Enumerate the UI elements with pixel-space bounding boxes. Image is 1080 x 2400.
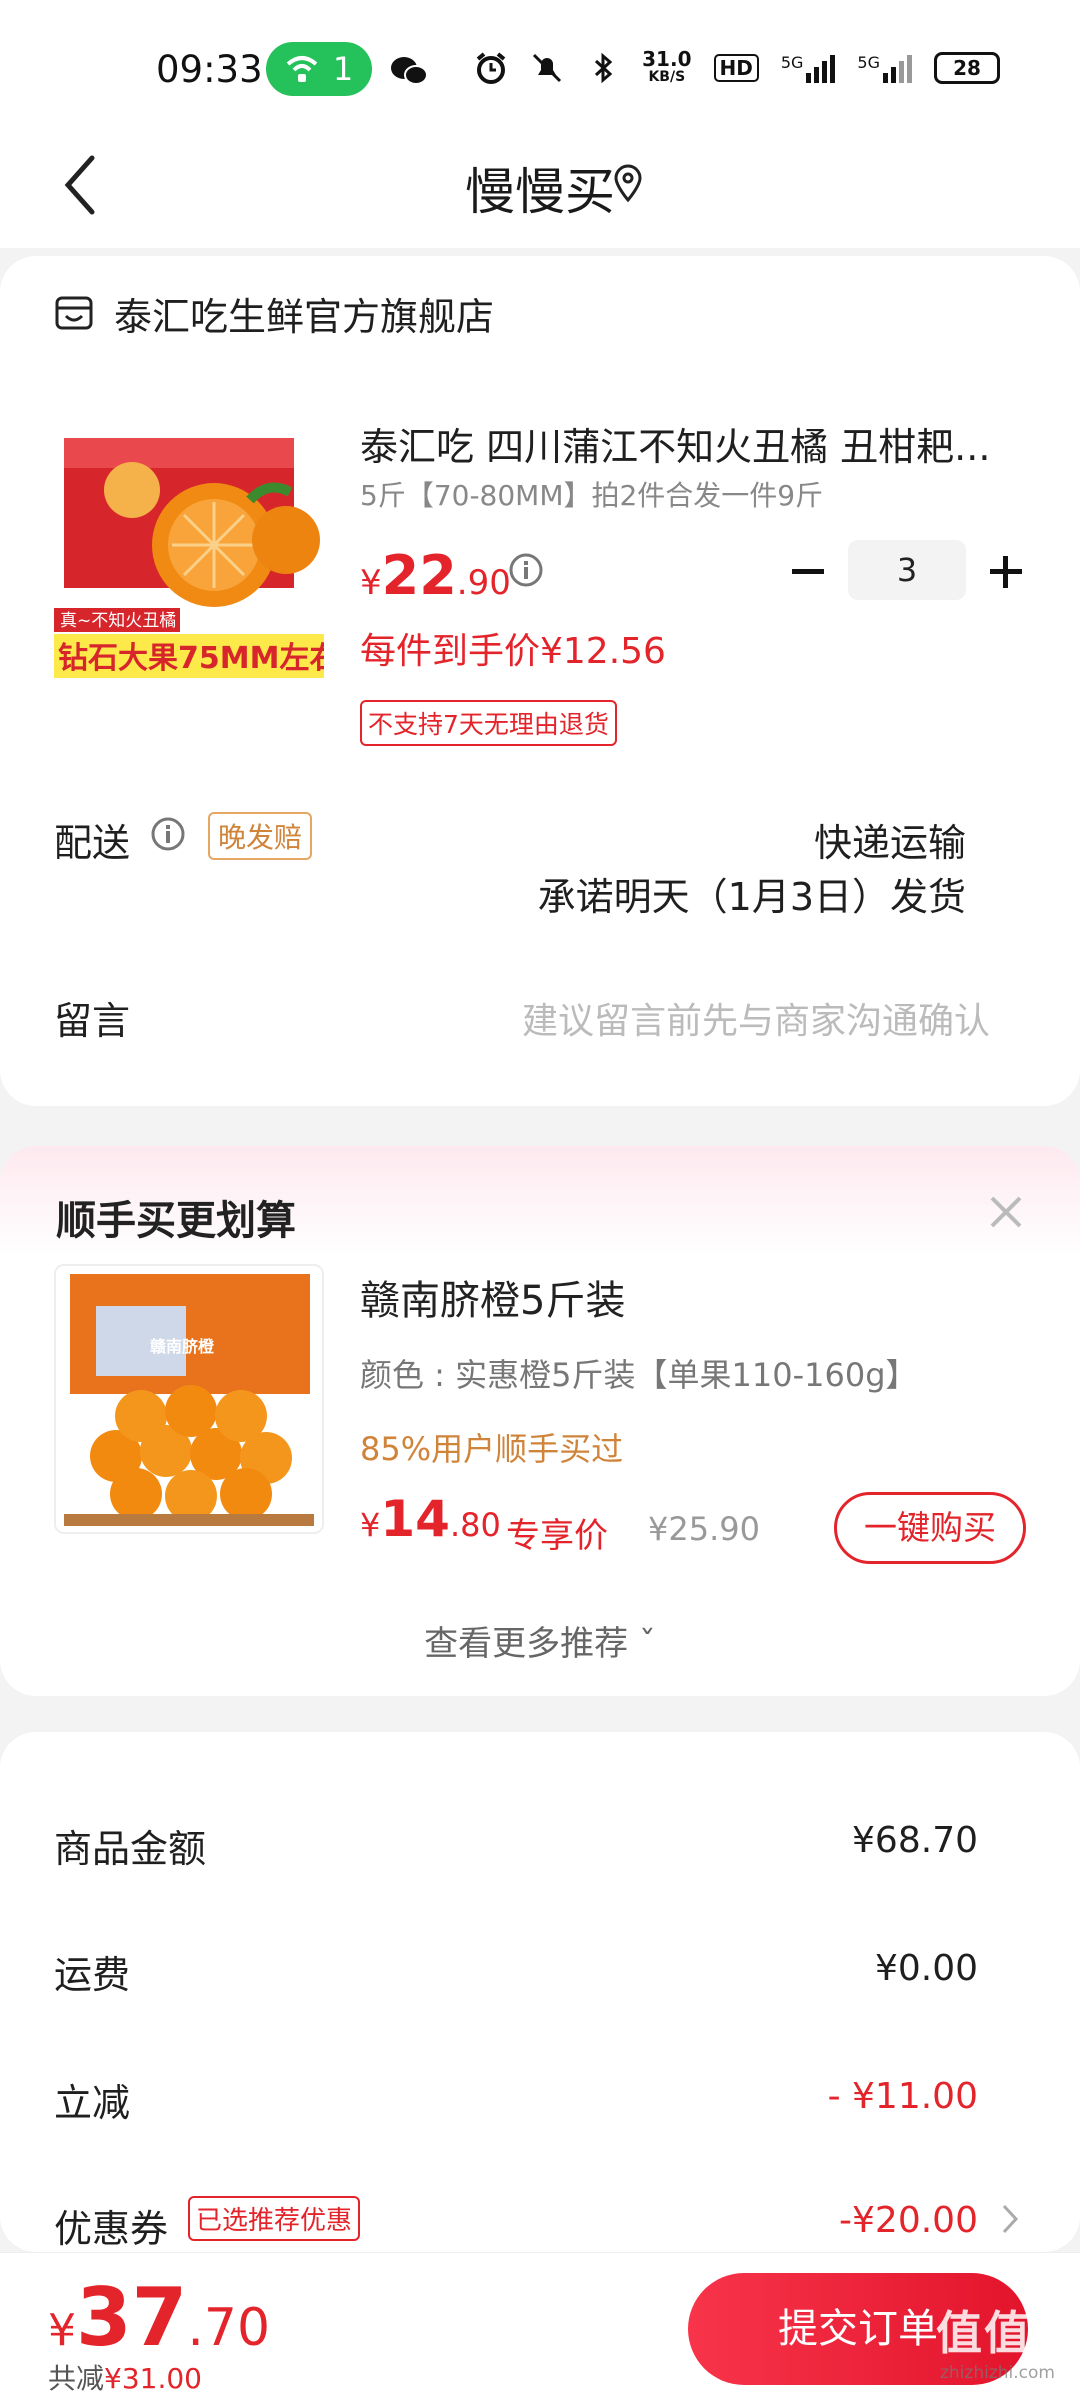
quantity-plus-icon[interactable] xyxy=(986,552,1026,592)
product-spec[interactable]: 5斤【70-80MM】拍2件合发一件9斤 xyxy=(360,474,823,514)
recommendation-price: ¥ 14 .80 xyxy=(360,1490,501,1548)
wifi-hotspot-pill[interactable]: 1 xyxy=(266,42,372,96)
status-bar: 09:33 1 31.0 KB/S HD 5G 5G 28 xyxy=(0,0,1080,128)
hd-badge: HD xyxy=(713,54,759,82)
watermark-logo: 值值值 xyxy=(936,2306,1080,2360)
battery-indicator: 28 xyxy=(934,52,1000,84)
saved-prefix: 共减 xyxy=(48,2362,105,2395)
signal-1-label: 5G xyxy=(780,53,804,72)
total-symbol: ¥ xyxy=(48,2305,76,2356)
shop-name: 泰汇吃生鲜官方旗舰店 xyxy=(114,295,495,339)
discount-value: - ¥11.00 xyxy=(827,2076,978,2117)
wifi-count: 1 xyxy=(332,50,354,88)
product-image-label: 真~不知火丑橘 xyxy=(60,611,176,631)
bluetooth-icon xyxy=(595,52,613,84)
product-image-banner: 钻石大果75MM左右 xyxy=(58,641,324,676)
net-speed-value: 31.0 xyxy=(642,47,692,71)
signal-2-icon: 5G xyxy=(857,53,912,83)
store-icon xyxy=(55,296,93,329)
shipping-label: 运费 xyxy=(54,1953,131,1997)
original-price: ¥25.90 xyxy=(648,1510,760,1548)
chevron-right-icon[interactable] xyxy=(998,2200,1022,2238)
net-speed-unit: KB/S xyxy=(648,69,686,85)
status-time: 09:33 xyxy=(156,48,263,91)
coupon-label[interactable]: 优惠券 xyxy=(54,2198,168,2253)
saved-value: ¥31.00 xyxy=(104,2362,202,2395)
recommendation-bought: 85%用户顺手买过 xyxy=(360,1430,624,1468)
top-nav: 慢慢买 xyxy=(0,128,1080,248)
navel-orange-box-image: 赣南脐橙 xyxy=(56,1266,322,1532)
page-title: 慢慢买 xyxy=(465,163,615,221)
shipping-value: ¥0.00 xyxy=(874,1948,978,1989)
shop-row[interactable]: 泰汇吃生鲜官方旗舰店 xyxy=(54,286,494,341)
net-speed: 31.0 KB/S xyxy=(642,47,692,86)
recommendation-name[interactable]: 赣南脐橙5斤装 xyxy=(360,1268,625,1326)
more-recommendations-link[interactable]: 查看更多推荐 ˇ xyxy=(0,1616,1080,1665)
rec-price-dec: .80 xyxy=(449,1506,501,1544)
discount-label: 立减 xyxy=(54,2081,131,2125)
rec-price-symbol: ¥ xyxy=(360,1506,381,1544)
recommendation-card: 顺手买更划算 赣南脐橙 赣南脐橙5斤装 颜色 : 实惠橙5斤装【单果110-16… xyxy=(0,1146,1080,1696)
product-price: ¥ 22 .90 xyxy=(360,544,511,607)
product-title[interactable]: 泰汇吃 四川蒲江不知火丑橘 丑柑耙... xyxy=(360,416,1020,471)
total-dec: .70 xyxy=(187,2298,271,2358)
delivery-method: 快递运输 xyxy=(813,821,966,865)
coupon-value[interactable]: -¥20.00 xyxy=(839,2200,978,2241)
location-pin-icon[interactable] xyxy=(612,164,644,204)
total-saved: 共减¥31.00 xyxy=(48,2357,202,2397)
product-image[interactable]: 真~不知火丑橘 钻石大果75MM左右 xyxy=(54,430,324,700)
price-summary-card: 商品金额 ¥68.70 运费 ¥0.00 立减 - ¥11.00 优惠券 已选推… xyxy=(0,1732,1080,2252)
rec-price-int: 14 xyxy=(380,1490,450,1548)
goods-amount-label: 商品金额 xyxy=(54,1827,207,1871)
close-icon[interactable] xyxy=(986,1192,1026,1232)
signal-1-icon: 5G xyxy=(781,53,836,83)
watermark-url: zhizhizhi.com xyxy=(940,2363,1055,2383)
price-int: 22 xyxy=(381,544,457,607)
alarm-icon xyxy=(476,52,506,84)
wechat-icon xyxy=(391,57,428,85)
recommendation-spec[interactable]: 颜色 : 实惠橙5斤装【单果110-160g】 xyxy=(360,1350,918,1396)
price-dec: .90 xyxy=(456,563,511,603)
late-compensation-badge: 晚发赔 xyxy=(208,812,313,860)
total-int: 37 xyxy=(76,2271,188,2364)
recommendation-image-label: 赣南脐橙 xyxy=(150,1337,215,1356)
price-symbol: ¥ xyxy=(360,563,382,603)
delivery-time: 承诺明天（1月3日）发货 xyxy=(537,875,966,919)
delivery-label: 配送 xyxy=(54,821,131,865)
message-input[interactable]: 建议留言前先与商家沟通确认 xyxy=(522,992,990,1044)
checkout-bar: ¥ 37 .70 共减¥31.00 提交订单 值值值 zhizhizhi.com xyxy=(0,2252,1080,2400)
no-return-tag: 不支持7天无理由退货 xyxy=(360,700,617,746)
total-price: ¥ 37 .70 xyxy=(48,2271,270,2364)
quantity-minus-icon[interactable] xyxy=(788,552,828,592)
unit-price: 每件到手价¥12.56 xyxy=(360,631,666,672)
delivery-info-icon[interactable] xyxy=(150,816,186,852)
goods-amount-value: ¥68.70 xyxy=(852,1820,978,1861)
coupon-badge: 已选推荐优惠 xyxy=(188,2196,361,2241)
status-icons: 31.0 KB/S HD 5G 5G 28 xyxy=(474,47,1000,86)
signal-2-label: 5G xyxy=(857,53,880,72)
one-click-buy-button[interactable]: 一键购买 xyxy=(834,1492,1026,1564)
quantity-stepper[interactable]: 3 xyxy=(848,540,966,600)
exclusive-price-label: 专享价 xyxy=(506,1516,608,1556)
order-item-card: 泰汇吃生鲜官方旗舰店 真~不知火丑橘 钻石大果75MM左右 泰汇吃 四川蒲江不知… xyxy=(0,256,1080,1106)
price-info-icon[interactable] xyxy=(508,552,544,588)
mute-bell-icon xyxy=(533,53,562,83)
wifi-icon xyxy=(286,56,318,82)
message-label: 留言 xyxy=(54,999,131,1043)
recommendation-image[interactable]: 赣南脐橙 xyxy=(54,1264,324,1534)
recommendation-title: 顺手买更划算 xyxy=(56,1198,296,1244)
